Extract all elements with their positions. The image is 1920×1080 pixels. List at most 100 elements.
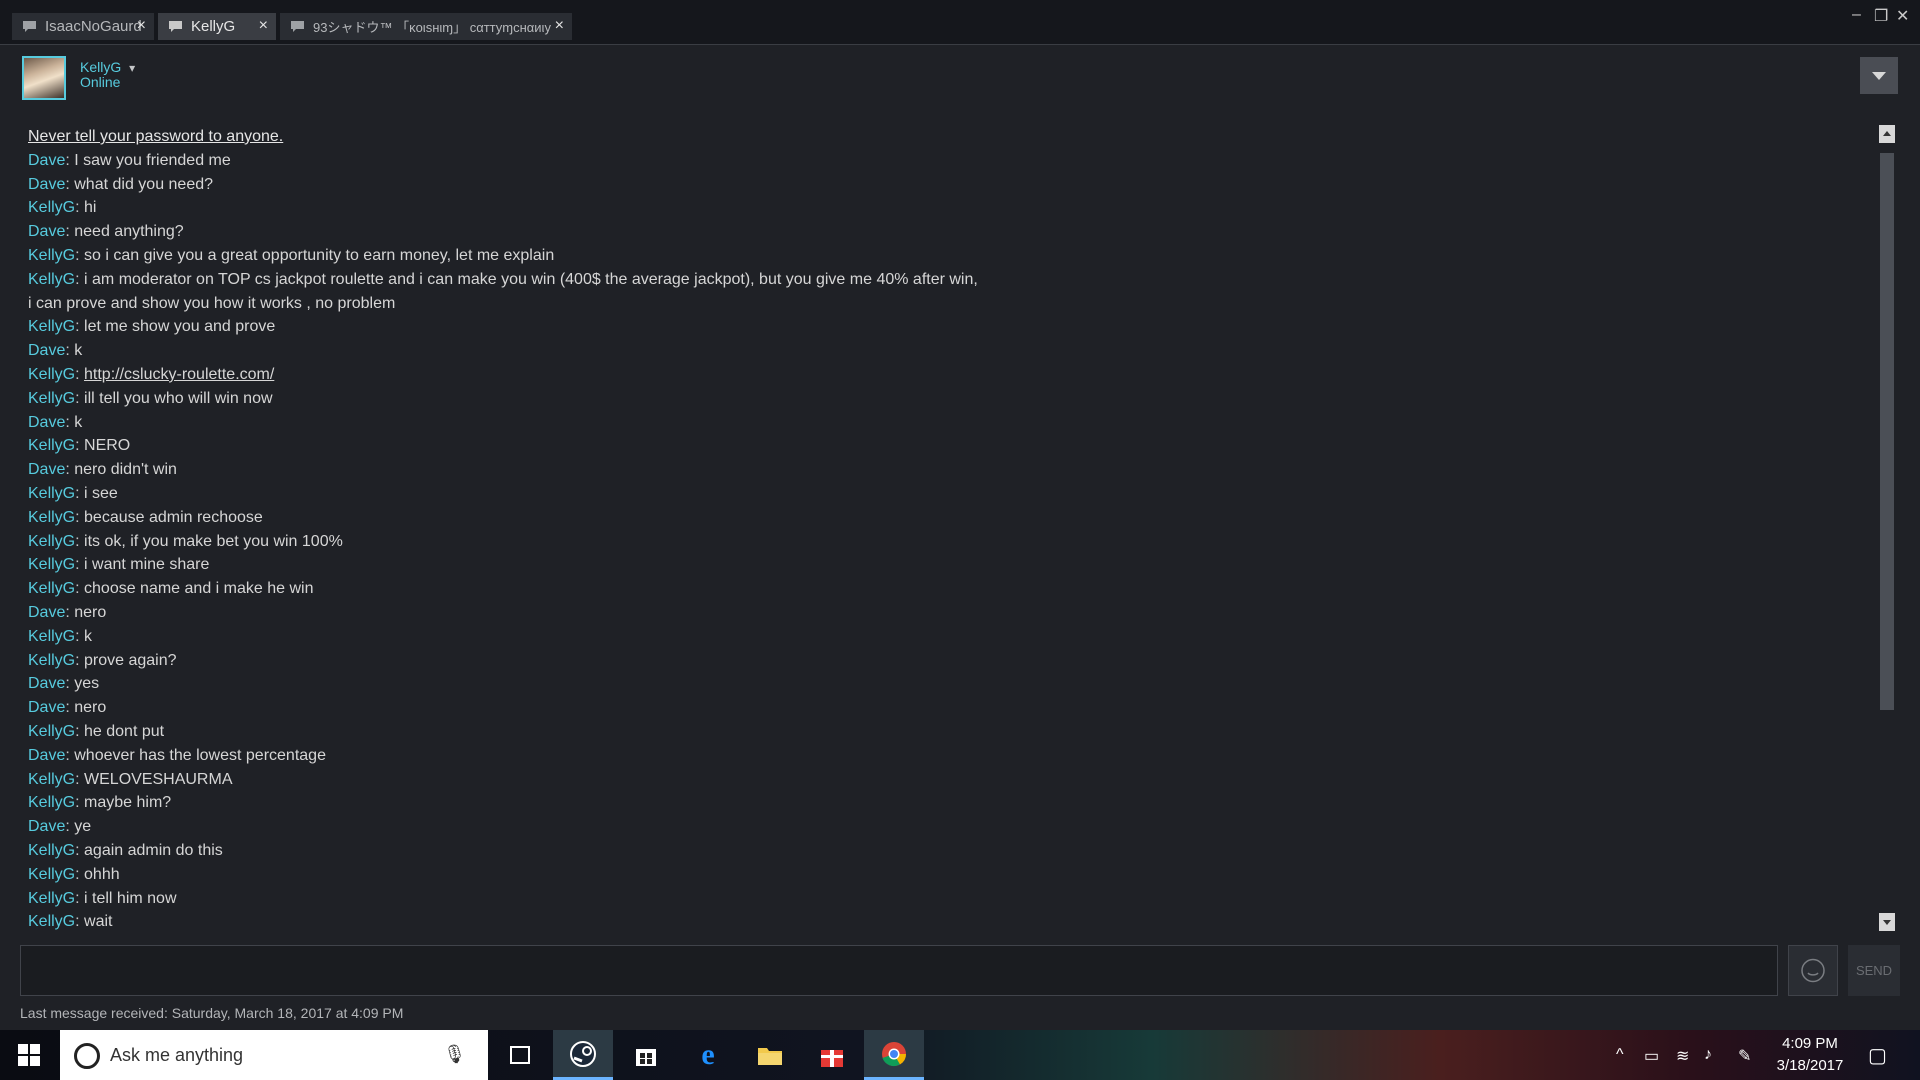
message-text: yes <box>74 675 100 693</box>
message-text: whoever has the lowest percentage <box>74 746 326 764</box>
message-speaker[interactable]: KellyG <box>28 628 75 645</box>
store-icon[interactable] <box>616 1030 676 1080</box>
close-tab-icon[interactable]: × <box>259 17 268 35</box>
message-speaker[interactable]: KellyG <box>28 794 75 811</box>
battery-icon[interactable]: ▭ <box>1644 1046 1659 1066</box>
message-speaker[interactable]: Dave <box>28 604 65 621</box>
message-speaker[interactable]: Dave <box>28 176 65 193</box>
security-warning[interactable]: Never tell your password to anyone. <box>28 125 1868 149</box>
microphone-icon[interactable]: 🎙 <box>443 1044 466 1065</box>
message-speaker[interactable]: KellyG <box>28 842 75 859</box>
message-speaker[interactable]: KellyG <box>28 890 75 907</box>
minimize-icon[interactable]: – <box>1852 6 1861 24</box>
task-view-icon[interactable] <box>490 1030 550 1080</box>
message-speaker[interactable]: KellyG <box>28 509 75 526</box>
emoticon-button[interactable] <box>1788 945 1838 996</box>
action-center-icon[interactable]: ▢ <box>1868 1043 1887 1068</box>
chat-message: KellyG: i tell him now <box>28 889 177 907</box>
windows-taskbar: Ask me anything 🎙 e ^ ▭ ≋ ♪ ✎ 4:09 PM 3/… <box>0 1030 1920 1080</box>
edge-icon[interactable]: e <box>678 1030 738 1080</box>
message-speaker[interactable]: Dave <box>28 675 65 692</box>
message-speaker[interactable]: KellyG <box>28 318 75 335</box>
message-speaker[interactable]: KellyG <box>28 366 75 383</box>
message-speaker[interactable]: Dave <box>28 414 65 431</box>
pen-icon[interactable]: ✎ <box>1738 1046 1751 1066</box>
chat-message: Dave: nero didn't win <box>28 461 177 479</box>
chat-options-button[interactable] <box>1860 57 1898 94</box>
message-speaker[interactable]: KellyG <box>28 390 75 407</box>
message-speaker[interactable]: Dave <box>28 342 65 359</box>
message-input[interactable] <box>20 945 1778 996</box>
message-speaker[interactable]: KellyG <box>28 580 75 597</box>
gift-icon[interactable] <box>802 1030 862 1080</box>
message-text: need anything? <box>74 223 184 241</box>
chat-message: Dave: I saw you friended me <box>28 151 231 169</box>
scroll-up-button[interactable] <box>1879 125 1895 143</box>
chat-bubble-icon <box>22 20 37 33</box>
tab-isaacnogaurd[interactable]: IsaacNoGaurd × <box>12 13 154 40</box>
show-hidden-icons-icon[interactable]: ^ <box>1616 1046 1624 1064</box>
message-speaker[interactable]: Dave <box>28 152 65 169</box>
friend-name[interactable]: KellyG ▾ <box>80 59 135 75</box>
message-text: prove again? <box>84 651 177 669</box>
tab-label: IsaacNoGaurd <box>45 18 142 35</box>
chat-message: Dave: yes <box>28 675 100 693</box>
message-text: wait <box>84 913 113 931</box>
start-button[interactable] <box>0 1030 58 1080</box>
message-speaker[interactable]: KellyG <box>28 247 75 264</box>
message-list: Dave: I saw you friended me Dave: what di… <box>28 149 1868 933</box>
scroll-down-button[interactable] <box>1879 913 1895 931</box>
close-window-icon[interactable]: ✕ <box>1896 6 1909 26</box>
message-speaker[interactable]: KellyG <box>28 652 75 669</box>
chrome-icon[interactable] <box>864 1030 924 1080</box>
message-speaker[interactable]: KellyG <box>28 199 75 216</box>
chat-message: KellyG: k <box>28 627 93 645</box>
message-speaker[interactable]: KellyG <box>28 771 75 788</box>
message-speaker[interactable]: Dave <box>28 223 65 240</box>
cortana-search-box[interactable]: Ask me anything 🎙 <box>60 1030 488 1080</box>
friend-status: Online <box>80 74 121 90</box>
chevron-down-icon[interactable]: ▾ <box>129 61 135 75</box>
message-text: he dont put <box>84 722 165 740</box>
file-explorer-icon[interactable] <box>740 1030 800 1080</box>
chat-message: KellyG: prove again? <box>28 651 177 669</box>
system-clock[interactable]: 4:09 PM 3/18/2017 <box>1760 1033 1860 1077</box>
message-speaker[interactable]: KellyG <box>28 556 75 573</box>
chat-message: Dave: nero <box>28 603 107 621</box>
chat-message: Dave: need anything? <box>28 223 184 241</box>
message-speaker[interactable]: KellyG <box>28 533 75 550</box>
chat-message: KellyG: hi <box>28 199 97 217</box>
scrollbar-thumb[interactable] <box>1880 153 1894 710</box>
chat-log[interactable]: Never tell your password to anyone. Dave… <box>28 125 1868 933</box>
message-speaker[interactable]: KellyG <box>28 913 75 930</box>
volume-icon[interactable]: ♪ <box>1704 1046 1712 1064</box>
message-speaker[interactable]: Dave <box>28 818 65 835</box>
message-speaker[interactable]: KellyG <box>28 866 75 883</box>
close-tab-icon[interactable]: × <box>555 17 564 35</box>
message-link[interactable]: http://cslucky-roulette.com/ <box>84 366 274 383</box>
wifi-icon[interactable]: ≋ <box>1676 1046 1689 1066</box>
close-tab-icon[interactable]: × <box>137 17 146 35</box>
message-speaker[interactable]: Dave <box>28 699 65 716</box>
message-speaker[interactable]: KellyG <box>28 271 75 288</box>
caret-down-icon <box>1872 72 1886 80</box>
tab-kellyg[interactable]: KellyG × <box>158 13 276 40</box>
chat-message: Dave: k <box>28 413 83 431</box>
message-speaker[interactable]: KellyG <box>28 723 75 740</box>
chat-message: i can prove and show you how it works , … <box>28 292 1868 316</box>
friend-avatar[interactable] <box>22 56 66 100</box>
message-speaker[interactable]: Dave <box>28 747 65 764</box>
message-speaker[interactable]: Dave <box>28 461 65 478</box>
chat-message: Dave: what did you need? <box>28 175 214 193</box>
message-speaker[interactable]: KellyG <box>28 485 75 502</box>
message-speaker[interactable]: KellyG <box>28 437 75 454</box>
message-text: because admin rechoose <box>84 508 263 526</box>
restore-icon[interactable]: ❐ <box>1874 6 1888 26</box>
password-warning-link[interactable]: Never tell your password to anyone. <box>28 128 283 145</box>
send-button[interactable]: SEND <box>1848 945 1900 996</box>
steam-icon[interactable] <box>553 1030 613 1080</box>
message-text: ill tell you who will win now <box>84 389 273 407</box>
tab-shadow[interactable]: 93シャドウ™ 「ĸoιѕнιɱ」 cαттуɱcнαиιу × <box>280 13 572 40</box>
message-text: choose name and i make he win <box>84 580 314 598</box>
message-text: i see <box>84 484 118 502</box>
